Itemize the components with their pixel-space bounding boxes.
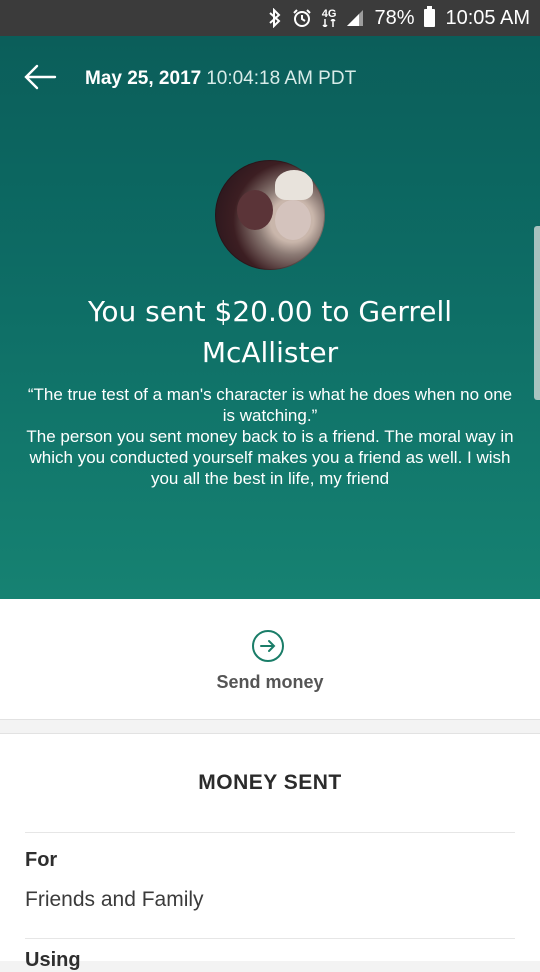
send-money-icon[interactable] [252, 630, 284, 662]
avatar [215, 160, 325, 270]
lte-icon: 4G [321, 8, 337, 27]
network-type: 4G [321, 8, 337, 20]
back-arrow-icon[interactable] [22, 62, 62, 94]
money-sent-details [0, 733, 540, 961]
signal-icon [346, 9, 364, 27]
status-bar: 4G 78% 10:05 AM [0, 0, 540, 36]
battery-icon [424, 6, 436, 27]
for-label: For [25, 849, 58, 871]
transaction-date: May 25, 2017 [85, 68, 202, 89]
section-title: MONEY SENT [198, 771, 342, 794]
transaction-note: “The true test of a man's character is w… [26, 385, 514, 488]
clock-time: 10:05 AM [445, 6, 530, 29]
transaction-header: May 25, 2017 10:04:18 AM PDT You sent $20… [0, 36, 540, 599]
scrollbar[interactable] [534, 226, 540, 400]
for-value: Friends and Family [25, 888, 204, 911]
battery-percent: 78% [374, 6, 415, 29]
transaction-datetime: May 25, 2017 10:04:18 AM PDT [85, 68, 356, 90]
divider [25, 832, 515, 833]
next-field-label: Using [25, 949, 81, 971]
bluetooth-icon [268, 8, 282, 28]
send-money-button[interactable]: Send money [170, 672, 370, 693]
alarm-icon [292, 8, 312, 28]
transaction-time: 10:04:18 AM PDT [206, 68, 357, 89]
divider [25, 938, 515, 939]
transaction-title: You sent $20.00 to Gerrell McAllister [87, 295, 453, 369]
